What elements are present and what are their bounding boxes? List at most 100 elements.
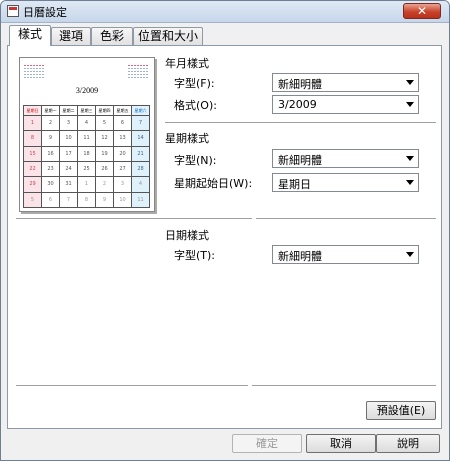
tab-style[interactable]: 樣式 [9, 25, 51, 46]
calendar-day-cell: 18 [77, 145, 96, 162]
chevron-down-icon [406, 156, 414, 161]
mini-day-mark [140, 68, 142, 69]
mini-day-mark [134, 77, 136, 78]
separator [256, 218, 436, 220]
year-month-font-select[interactable]: 新細明體 [272, 73, 419, 92]
calendar-day-cell: 2 [41, 114, 60, 132]
weekday-header: 星期二 [59, 105, 78, 116]
calendar-day-cell: 4 [131, 176, 150, 193]
mini-day-mark [36, 77, 38, 78]
restore-defaults-button[interactable]: 預設值(E) [366, 401, 436, 420]
weekday-header: 星期日 [23, 105, 42, 116]
help-button[interactable]: 說明 [376, 434, 440, 453]
mini-day-mark [128, 74, 130, 75]
mini-day-mark [131, 68, 133, 69]
mini-day-mark [143, 65, 145, 66]
mini-day-mark [24, 68, 26, 69]
week-start-day-value: 星期日 [278, 178, 311, 191]
mini-day-mark [36, 74, 38, 75]
calendar-week-row: 8 9 10 11 12 13 14 [23, 130, 150, 147]
calendar-day-cell: 2 [95, 176, 114, 193]
calendar-day-cell: 10 [59, 130, 78, 147]
format-label: 格式(O): [174, 99, 217, 112]
mini-day-mark [27, 74, 29, 75]
calendar-day-cell: 14 [131, 130, 150, 147]
calendar-day-cell: 13 [113, 130, 132, 147]
date-font-value: 新細明體 [278, 250, 322, 263]
cancel-button[interactable]: 取消 [306, 434, 376, 453]
calendar-day-cell: 20 [113, 145, 132, 162]
mini-day-mark [42, 71, 44, 72]
calendar-week-row: 22 23 24 25 26 27 28 [23, 160, 150, 178]
mini-day-mark [143, 77, 145, 78]
mini-day-mark [131, 77, 133, 78]
weekday-font-select[interactable]: 新細明體 [272, 149, 419, 168]
calendar-day-cell: 21 [131, 145, 150, 162]
mini-day-mark [137, 65, 139, 66]
weekday-header: 星期四 [95, 105, 114, 116]
mini-day-mark [42, 65, 44, 66]
mini-day-mark [131, 65, 133, 66]
calendar-week-row: 1234567 [23, 114, 150, 132]
mini-day-mark [36, 71, 38, 72]
year-month-font-value: 新細明體 [278, 78, 322, 91]
tab-position-size[interactable]: 位置和大小 [133, 27, 203, 45]
calendar-icon [7, 5, 19, 17]
calendar-day-cell: 7 [131, 114, 150, 132]
chevron-down-icon [406, 252, 414, 257]
tab-colors[interactable]: 色彩 [91, 27, 133, 45]
calendar-day-cell: 19 [95, 145, 114, 162]
mini-day-mark [42, 77, 44, 78]
close-button[interactable]: ✕ [403, 3, 441, 19]
format-select[interactable]: 3/2009 [272, 95, 419, 114]
calendar-week-row: 29 30 31 1 2 3 4 [23, 176, 150, 193]
mini-day-mark [27, 68, 29, 69]
calendar-day-cell: 6 [113, 114, 132, 132]
calendar-day-cell: 7 [59, 191, 78, 209]
date-font-select[interactable]: 新細明體 [272, 245, 419, 264]
calendar-day-cell: 27 [113, 160, 132, 178]
title-bar: 日曆設定 ✕ [1, 1, 449, 23]
mini-day-mark [140, 65, 142, 66]
week-start-day-select[interactable]: 星期日 [272, 173, 419, 192]
mini-day-mark [137, 71, 139, 72]
calendar-day-cell: 30 [41, 176, 60, 193]
calendar-day-cell: 24 [59, 160, 78, 178]
mini-day-mark [128, 68, 130, 69]
preview-month-label: 3/2009 [75, 86, 99, 95]
calendar-day-cell: 23 [41, 160, 60, 178]
tab-panel-style: 3/2009 星期日 星期一 星期二 星期三 星期四 星期五 星期六 1 2 3 4 5 6 7 8 9 10… [7, 45, 442, 429]
calendar-day-cell: 25 [77, 160, 96, 178]
separator [252, 385, 436, 387]
calendar-day-cell: 17 [59, 145, 78, 162]
date-font-label: 字型(T): [174, 249, 216, 262]
mini-day-mark [39, 68, 41, 69]
calendar-day-cell: 10 [113, 191, 132, 209]
weekday-style-heading: 星期樣式 [165, 132, 209, 145]
chevron-down-icon [406, 180, 414, 185]
mini-day-mark [39, 77, 41, 78]
mini-day-mark [27, 65, 29, 66]
tab-options[interactable]: 選項 [51, 27, 91, 45]
mini-day-mark [140, 74, 142, 75]
weekday-font-label: 字型(N): [174, 154, 217, 167]
calendar-day-cell: 3 [59, 114, 78, 132]
mini-day-mark [33, 71, 35, 72]
ok-button[interactable]: 確定 [232, 434, 302, 453]
mini-day-mark [143, 74, 145, 75]
calendar-day-cell: 31 [59, 176, 78, 193]
mini-day-mark [140, 77, 142, 78]
mini-day-mark [24, 77, 26, 78]
chevron-down-icon [406, 102, 414, 107]
calendar-day-cell: 11 [77, 130, 96, 147]
previous-month-mini-calendar [24, 63, 46, 83]
mini-day-mark [146, 65, 148, 66]
calendar-day-cell: 6 [41, 191, 60, 209]
calendar-week-row: 15 16 17 18 19 20 21 [23, 145, 150, 162]
next-month-mini-calendar [128, 63, 150, 83]
mini-day-mark [39, 71, 41, 72]
week-start-day-label: 星期起始日(W): [174, 177, 253, 190]
year-month-font-label: 字型(F): [174, 77, 215, 90]
mini-day-mark [39, 74, 41, 75]
calendar-day-cell: 29 [23, 176, 42, 193]
